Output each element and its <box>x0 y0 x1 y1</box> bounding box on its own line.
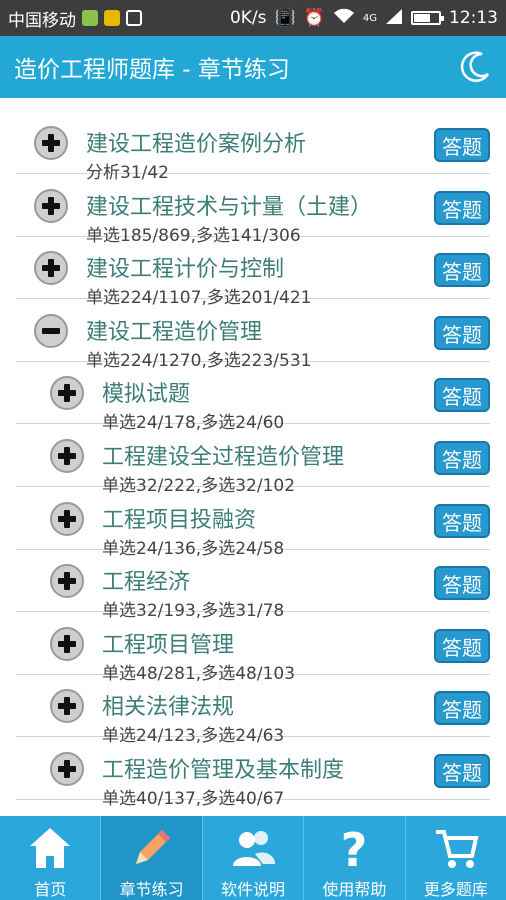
battery-icon <box>411 11 444 25</box>
expand-icon[interactable] <box>34 188 68 223</box>
chapter-title[interactable]: 建设工程造价管理 <box>86 314 262 346</box>
expand-icon[interactable] <box>34 251 68 286</box>
chapter-row[interactable]: 工程造价管理及基本制度单选40/137,多选40/67 答题 <box>16 738 490 809</box>
answer-button[interactable]: 答题 <box>434 628 490 663</box>
answer-button[interactable]: 答题 <box>434 566 490 601</box>
chapter-row[interactable]: 工程项目管理 单选48/281,多选48/103 答题 <box>16 613 490 684</box>
chapter-row[interactable]: 建设工程造价管理 单选224/1270,多选223/531 答题 <box>16 300 490 371</box>
tab-users[interactable]: 软件说明 <box>203 816 305 900</box>
answer-button[interactable]: 答题 <box>434 128 490 162</box>
home-icon <box>26 824 74 872</box>
chapter-row[interactable]: 建设工程计价与控制 单选224/1107,多选201/421 答题 <box>16 237 490 308</box>
expand-icon[interactable] <box>50 752 84 786</box>
svg-text:?: ? <box>341 824 368 872</box>
network-type: 4G <box>362 12 377 24</box>
answer-button[interactable]: 答题 <box>434 190 490 225</box>
tab-label: 更多题库 <box>423 880 488 899</box>
vibrate-icon: 📳 <box>274 8 296 28</box>
expand-icon[interactable] <box>50 501 84 536</box>
clock: 12:13 <box>449 8 498 28</box>
status-bar: 中国移动 0K/s 📳 ⏰ 4G 12:13 <box>0 0 506 36</box>
tab-question[interactable]: ? 使用帮助 <box>304 816 406 900</box>
chapter-progress: 单选40/137,多选40/67 <box>102 789 285 809</box>
chapter-row[interactable]: 工程建设全过程造价管理 单选32/222,多选32/102 答题 <box>16 425 490 496</box>
expand-icon[interactable] <box>50 626 84 661</box>
expand-icon[interactable] <box>50 689 84 724</box>
chapter-title[interactable]: 模拟试题 <box>102 376 190 408</box>
chapter-row[interactable]: 相关法律法规 单选24/123,多选24/63 答题 <box>16 675 490 746</box>
chapter-title[interactable]: 建设工程技术与计量（土建） <box>86 189 372 221</box>
tab-home[interactable]: 首页 <box>0 816 102 900</box>
chapter-row[interactable]: 工程项目投融资 单选24/136,多选24/58 答题 <box>16 488 490 559</box>
answer-button[interactable]: 答题 <box>434 315 490 350</box>
notification-app-icon <box>82 10 98 26</box>
cart-icon <box>432 824 480 872</box>
chapter-title[interactable]: 相关法律法规 <box>102 689 234 721</box>
chapter-row[interactable]: 建设工程技术与计量（土建） 单选185/869,多选141/306 答题 <box>16 175 490 246</box>
question-icon: ? <box>330 823 378 877</box>
pencil-icon <box>128 824 176 872</box>
notification-file-icon <box>104 10 120 26</box>
chapter-title[interactable]: 建设工程造价案例分析 <box>86 126 306 158</box>
title-bar: 造价工程师题库 - 章节练习 <box>0 36 506 98</box>
tab-label: 使用帮助 <box>322 880 387 899</box>
collapse-icon[interactable] <box>34 313 68 348</box>
chapter-title[interactable]: 建设工程计价与控制 <box>86 251 284 283</box>
expand-icon[interactable] <box>50 564 84 599</box>
night-mode-moon-icon[interactable] <box>458 50 492 84</box>
answer-button[interactable]: 答题 <box>434 691 490 726</box>
chapter-title[interactable]: 工程造价管理及基本制度 <box>102 752 344 784</box>
tab-pencil[interactable]: 章节练习 <box>101 816 203 900</box>
chapter-row[interactable]: 模拟试题 单选24/178,多选24/60 答题 <box>16 362 490 433</box>
answer-button[interactable]: 答题 <box>434 441 490 475</box>
chapter-title[interactable]: 工程项目管理 <box>102 627 234 659</box>
network-speed: 0K/s <box>229 8 267 28</box>
chapter-row[interactable]: 建设工程造价案例分析 分析31/42 答题 <box>16 112 490 183</box>
chapter-list: 建设工程造价案例分析 分析31/42 答题 建设工程技术与计量（土建） 单选185/86… <box>0 98 506 816</box>
page-title: 造价工程师题库 - 章节练习 <box>14 57 290 83</box>
chapter-row[interactable]: 工程经济 单选32/193,多选31/78 答题 <box>16 550 490 621</box>
notification-image-icon <box>126 10 142 26</box>
bottom-tab-bar: 首页 章节练习 软件说明? 使用帮助 更多题库 <box>0 816 506 900</box>
expand-icon[interactable] <box>50 376 84 411</box>
chapter-title[interactable]: 工程建设全过程造价管理 <box>102 439 344 471</box>
expand-icon[interactable] <box>34 126 68 160</box>
tab-cart[interactable]: 更多题库 <box>406 816 506 900</box>
tab-label: 软件说明 <box>221 880 286 899</box>
carrier-name: 中国移动 <box>8 10 76 31</box>
alarm-icon: ⏰ <box>303 8 325 28</box>
answer-button[interactable]: 答题 <box>434 378 490 413</box>
wifi-icon <box>333 8 355 29</box>
answer-button[interactable]: 答题 <box>434 503 490 538</box>
expand-icon[interactable] <box>50 439 84 473</box>
chapter-title[interactable]: 工程经济 <box>102 564 190 596</box>
answer-button[interactable]: 答题 <box>434 253 490 288</box>
answer-button[interactable]: 答题 <box>434 754 490 788</box>
users-icon <box>229 824 277 872</box>
tab-label: 首页 <box>34 880 67 899</box>
chapter-title[interactable]: 工程项目投融资 <box>102 502 256 534</box>
tab-label: 章节练习 <box>119 880 184 899</box>
signal-icon <box>385 8 403 29</box>
